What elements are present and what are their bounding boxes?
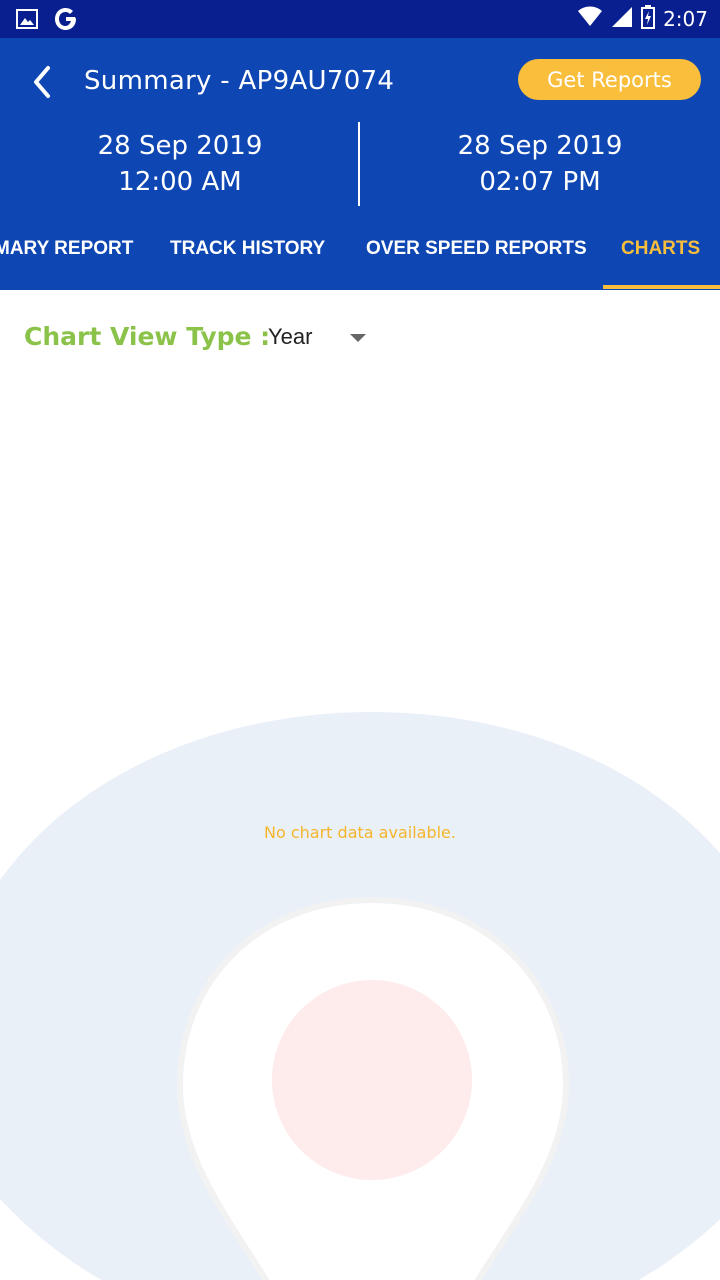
from-time: 12:00 AM (118, 167, 242, 197)
page-title: Summary - AP9AU7074 (84, 66, 395, 96)
dropdown-arrow-icon (350, 334, 366, 342)
battery-charging-icon (641, 4, 656, 34)
wifi-icon (577, 6, 603, 33)
status-bar: 2:07 (0, 0, 720, 38)
to-time: 02:07 PM (479, 167, 601, 197)
google-icon (54, 6, 78, 37)
active-tab-indicator (603, 285, 720, 289)
chevron-left-icon (26, 66, 62, 108)
back-button[interactable] (26, 60, 62, 104)
from-datetime[interactable]: 28 Sep 2019 12:00 AM (0, 128, 360, 200)
tab-charts[interactable]: CHARTS (621, 228, 700, 290)
to-datetime[interactable]: 28 Sep 2019 02:07 PM (360, 128, 720, 200)
clock: 2:07 (663, 7, 708, 31)
get-reports-button[interactable]: Get Reports (518, 59, 701, 100)
signal-icon (611, 6, 633, 33)
chart-view-type-value: Year (268, 324, 313, 349)
from-date: 28 Sep 2019 (97, 131, 263, 161)
to-date: 28 Sep 2019 (457, 131, 623, 161)
empty-chart-message: No chart data available. (264, 823, 456, 842)
tab-summary-report[interactable]: MARY REPORT (0, 228, 133, 290)
tab-bar: MARY REPORT TRACK HISTORY OVER SPEED REP… (0, 228, 720, 290)
chart-view-type-dropdown[interactable]: Year (268, 322, 378, 356)
chart-view-type-label: Chart View Type : (24, 322, 271, 351)
tab-track-history[interactable]: TRACK HISTORY (170, 228, 325, 290)
location-pin-watermark (0, 690, 720, 1280)
image-icon (16, 9, 38, 34)
tab-over-speed-reports[interactable]: OVER SPEED REPORTS (366, 228, 587, 290)
header: Summary - AP9AU7074 Get Reports 28 Sep 2… (0, 38, 720, 290)
